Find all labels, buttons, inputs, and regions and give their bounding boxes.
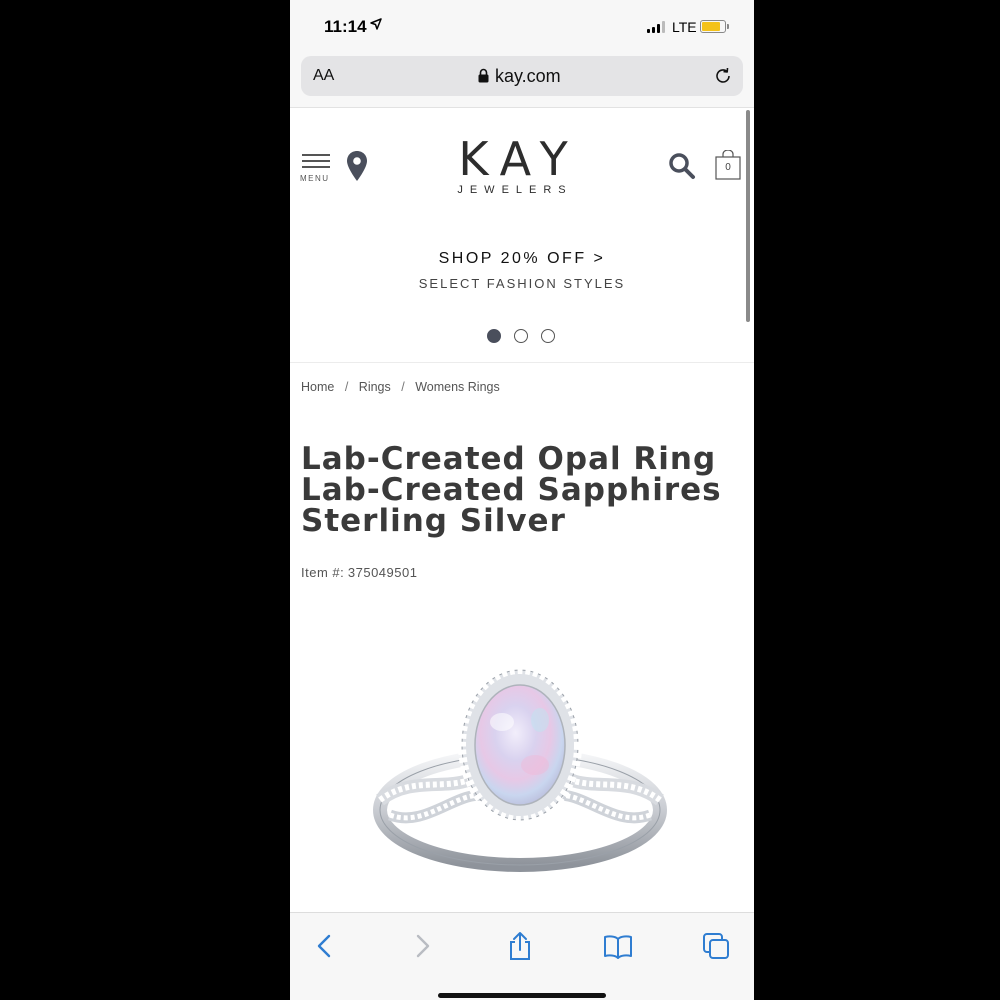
phone-screen: 11:14 LTE AA kay.com MENU KAY JEWELERS 0… <box>290 0 754 1000</box>
breadcrumb-rings[interactable]: Rings <box>359 380 391 394</box>
location-arrow-icon <box>370 18 382 33</box>
logo-sub: JEWELERS <box>457 184 573 196</box>
store-locator-pin-icon[interactable] <box>346 150 368 182</box>
bookmarks-icon[interactable] <box>603 931 633 961</box>
promo-subhead: SELECT FASHION STYLES <box>418 276 626 291</box>
reload-icon[interactable] <box>713 66 733 86</box>
promo-headline[interactable]: SHOP 20% OFF > <box>290 250 754 268</box>
site-header: MENU KAY JEWELERS 0 <box>290 108 754 218</box>
text-size-button[interactable]: AA <box>313 67 334 85</box>
status-bar: 11:14 LTE <box>290 0 754 52</box>
url-domain: kay.com <box>495 66 561 86</box>
breadcrumb-separator: / <box>401 380 405 394</box>
cell-signal-icon <box>647 21 667 33</box>
forward-icon[interactable] <box>407 931 437 961</box>
item-number: Item #: 375049501 <box>301 565 417 580</box>
search-icon[interactable] <box>668 152 696 180</box>
address-bar[interactable]: AA kay.com <box>301 56 743 96</box>
product-title: Lab-Created Opal Ring Lab-Created Sapphi… <box>301 444 741 537</box>
breadcrumb: Home / Rings / Womens Rings <box>301 380 500 394</box>
home-indicator[interactable] <box>438 993 606 998</box>
tabs-icon[interactable] <box>701 931 731 961</box>
product-title-line: Lab-Created Sapphires <box>301 472 722 508</box>
browser-address-area: AA kay.com <box>290 52 754 108</box>
text-size-label: AA <box>313 67 335 84</box>
carousel-dot[interactable] <box>487 329 501 343</box>
carousel-dot[interactable] <box>514 329 528 343</box>
product-title-line: Lab-Created Opal Ring <box>301 441 717 477</box>
share-icon[interactable] <box>505 931 535 961</box>
bag-count: 0 <box>725 162 731 173</box>
menu-button[interactable]: MENU <box>300 154 334 184</box>
scrollbar[interactable] <box>746 110 750 322</box>
item-number-value: 375049501 <box>347 565 418 580</box>
logo-main: KAY <box>458 132 580 186</box>
breadcrumb-home[interactable]: Home <box>301 380 334 394</box>
breadcrumb-womens-rings[interactable]: Womens Rings <box>415 380 500 394</box>
network-type: LTE <box>672 19 697 35</box>
shopping-bag-button[interactable]: 0 <box>715 149 741 180</box>
product-image[interactable] <box>370 660 670 890</box>
divider <box>290 362 754 363</box>
carousel-dot[interactable] <box>541 329 555 343</box>
browser-toolbar <box>290 912 754 1000</box>
product-title-line: Sterling Silver <box>301 503 566 539</box>
promo-banner[interactable]: SHOP 20% OFF > SELECT FASHION STYLES <box>290 250 754 291</box>
back-icon[interactable] <box>310 931 340 961</box>
carousel-dots <box>487 329 557 345</box>
status-time: 11:14 <box>324 17 367 36</box>
breadcrumb-separator: / <box>344 380 349 394</box>
lock-icon <box>478 68 489 83</box>
battery-icon <box>700 20 729 33</box>
kay-jewelers-logo[interactable]: KAY JEWELERS <box>440 136 590 196</box>
item-number-label: Item #: <box>301 565 345 580</box>
menu-label: MENU <box>300 174 330 183</box>
